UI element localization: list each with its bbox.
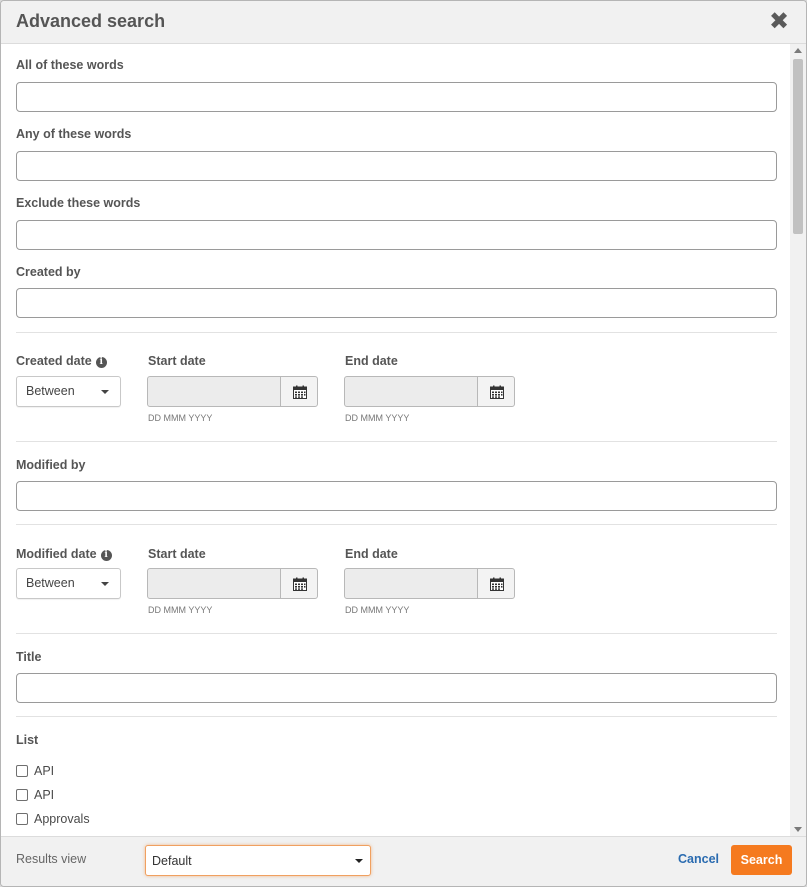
scroll-up-icon[interactable] <box>794 48 802 53</box>
calendar-icon <box>490 577 504 591</box>
divider <box>16 633 777 634</box>
calendar-icon <box>293 385 307 399</box>
calendar-icon <box>490 385 504 399</box>
created-date-mode-value: Between <box>26 384 75 398</box>
dialog-header: Advanced search ✖ <box>1 1 806 44</box>
created-end-date-hint: DD MMM YYYY <box>345 413 410 423</box>
info-icon[interactable]: i <box>95 357 107 368</box>
modified-start-date-hint: DD MMM YYYY <box>148 605 213 615</box>
modified-start-date-button[interactable] <box>280 568 318 599</box>
modified-by-label: Modified by <box>16 458 86 472</box>
divider <box>16 332 777 333</box>
calendar-icon <box>293 577 307 591</box>
close-icon[interactable]: ✖ <box>768 9 790 33</box>
all-words-input[interactable] <box>16 82 777 112</box>
created-end-date-button[interactable] <box>477 376 515 407</box>
modified-date-mode-select[interactable]: Between <box>16 568 121 599</box>
dialog-body: All of these words Any of these words Ex… <box>1 44 790 836</box>
exclude-words-label: Exclude these words <box>16 196 141 210</box>
results-view-value: Default <box>152 854 192 868</box>
created-date-label-text: Created date <box>16 354 92 368</box>
chevron-down-icon <box>101 390 109 394</box>
any-words-label: Any of these words <box>16 127 132 141</box>
modified-by-input[interactable] <box>16 481 777 511</box>
any-words-input[interactable] <box>16 151 777 181</box>
created-start-date-input[interactable] <box>147 376 281 407</box>
scroll-thumb[interactable] <box>793 59 803 234</box>
modified-date-mode-value: Between <box>26 576 75 590</box>
list-item-label: Approvals <box>34 812 90 826</box>
title-label: Title <box>16 650 42 664</box>
dialog-footer: Results view Default Cancel Search <box>1 836 806 886</box>
scroll-down-icon[interactable] <box>794 827 802 832</box>
all-words-label: All of these words <box>16 58 124 72</box>
created-date-label: Created date i <box>16 354 107 368</box>
list-item-checkbox[interactable] <box>16 765 28 777</box>
modified-end-date-group <box>344 568 515 599</box>
search-button[interactable]: Search <box>731 845 792 875</box>
advanced-search-dialog: Advanced search ✖ All of these words Any… <box>0 0 807 887</box>
created-start-date-button[interactable] <box>280 376 318 407</box>
exclude-words-input[interactable] <box>16 220 777 250</box>
list-item-label: API <box>34 764 55 778</box>
list-item-checkbox[interactable] <box>16 813 28 825</box>
divider <box>16 441 777 442</box>
created-start-date-hint: DD MMM YYYY <box>148 413 213 423</box>
created-by-label: Created by <box>16 265 81 279</box>
created-start-date-label: Start date <box>148 354 206 368</box>
chevron-down-icon <box>355 859 363 863</box>
cancel-button[interactable]: Cancel <box>678 852 719 866</box>
chevron-down-icon <box>101 582 109 586</box>
info-icon[interactable]: i <box>100 550 112 561</box>
modified-start-date-label: Start date <box>148 547 206 561</box>
created-end-date-label: End date <box>345 354 398 368</box>
created-end-date-group <box>344 376 515 407</box>
list-label: List <box>16 733 39 747</box>
divider <box>16 524 777 525</box>
results-view-label: Results view <box>16 852 87 866</box>
modified-end-date-input[interactable] <box>344 568 478 599</box>
created-start-date-group <box>147 376 318 407</box>
modified-start-date-group <box>147 568 318 599</box>
modified-date-label-text: Modified date <box>16 547 97 561</box>
created-date-mode-select[interactable]: Between <box>16 376 121 407</box>
modified-start-date-input[interactable] <box>147 568 281 599</box>
created-end-date-input[interactable] <box>344 376 478 407</box>
scrollbar[interactable] <box>790 44 806 836</box>
created-by-input[interactable] <box>16 288 777 318</box>
title-input[interactable] <box>16 673 777 703</box>
divider <box>16 716 777 717</box>
modified-end-date-hint: DD MMM YYYY <box>345 605 410 615</box>
modified-date-label: Modified date i <box>16 547 112 561</box>
results-view-select[interactable]: Default <box>145 845 371 876</box>
dialog-title: Advanced search <box>16 11 166 31</box>
modified-end-date-button[interactable] <box>477 568 515 599</box>
list-item-label: API <box>34 788 55 802</box>
list-item-checkbox[interactable] <box>16 789 28 801</box>
modified-end-date-label: End date <box>345 547 398 561</box>
